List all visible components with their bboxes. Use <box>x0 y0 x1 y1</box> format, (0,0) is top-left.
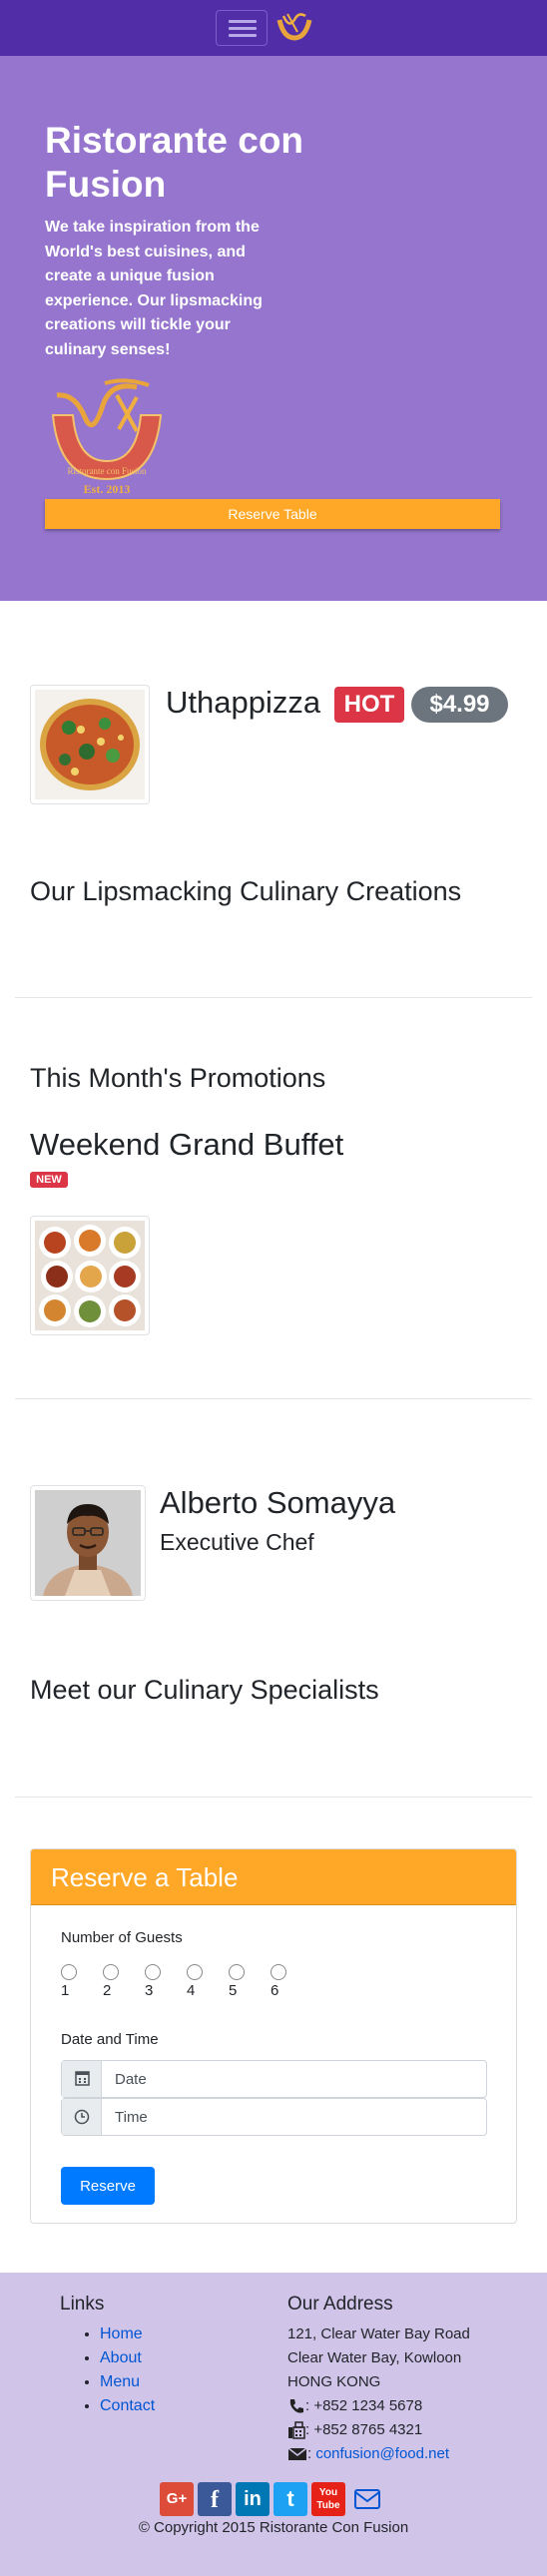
hamburger-icon <box>229 34 257 37</box>
phone-number: : +852 1234 5678 <box>305 2397 423 2414</box>
reserve-table-button[interactable]: Reserve Table <box>45 499 500 529</box>
dish-image <box>30 685 150 804</box>
specialists-heading: Meet our Culinary Specialists <box>30 1675 379 1705</box>
reserve-card-header: Reserve a Table <box>31 1849 516 1905</box>
pizza-icon <box>35 690 145 799</box>
promotion-name: Weekend Grand Buffet <box>30 1127 344 1162</box>
guests-radio-3[interactable] <box>145 1964 161 1980</box>
guests-radio-label: 6 <box>271 1982 279 1999</box>
price-badge: $4.99 <box>411 687 508 723</box>
links-heading: Links <box>60 2294 105 2315</box>
guests-radio-label: 2 <box>103 1982 112 1999</box>
mail-icon[interactable] <box>353 2487 381 2511</box>
footer-link-menu[interactable]: Menu <box>100 2373 140 2390</box>
guests-radio-4[interactable] <box>187 1964 203 1980</box>
new-badge: NEW <box>30 1172 68 1188</box>
footer-link-contact[interactable]: Contact <box>100 2397 155 2414</box>
buffet-icon <box>35 1221 145 1330</box>
chef-photo-icon <box>35 1490 141 1596</box>
guests-radio-6[interactable] <box>271 1964 286 1980</box>
footer-link-item: Home <box>100 2322 155 2346</box>
date-input-group <box>61 2060 487 2098</box>
hamburger-icon <box>229 20 257 23</box>
facebook-icon[interactable]: f <box>198 2482 232 2516</box>
guests-radio-label: 5 <box>229 1982 238 1999</box>
calendar-icon <box>62 2061 102 2097</box>
address-heading: Our Address <box>287 2294 393 2315</box>
footer-links: Home About Menu Contact <box>100 2322 155 2418</box>
restaurant-logo-icon: Ristorante con Fusion Est. 2013 <box>51 378 163 496</box>
copyright: © Copyright 2015 Ristorante Con Fusion <box>138 2519 409 2536</box>
navbar-toggler-button[interactable] <box>216 10 268 46</box>
google-plus-icon[interactable]: G+ <box>160 2482 194 2516</box>
time-input[interactable] <box>103 2099 486 2135</box>
fax-icon <box>288 2421 305 2439</box>
hamburger-icon <box>229 27 257 30</box>
leader-image <box>30 1485 146 1601</box>
dish-name: Uthappizza <box>166 685 321 720</box>
time-input-group <box>61 2098 487 2136</box>
guests-radio-label: 4 <box>187 1982 196 1999</box>
promotions-heading: This Month's Promotions <box>30 1063 326 1093</box>
phone-icon <box>289 2399 303 2413</box>
footer-link-about[interactable]: About <box>100 2349 142 2366</box>
restaurant-description: We take inspiration from the World's bes… <box>45 219 263 358</box>
creations-heading: Our Lipsmacking Culinary Creations <box>30 876 462 906</box>
address-line: HONG KONG <box>287 2373 381 2390</box>
guests-radio-label: 3 <box>145 1982 154 1999</box>
youtube-icon[interactable]: You Tube <box>311 2482 345 2516</box>
logo-text: Ristorante con Fusion <box>68 466 147 476</box>
guests-label: Number of Guests <box>61 1929 183 1946</box>
logo-year: Est. 2013 <box>84 482 131 496</box>
leader-name: Alberto Somayya <box>160 1485 396 1520</box>
divider <box>15 1398 532 1399</box>
promotion-image <box>30 1216 150 1335</box>
guests-radio-5[interactable] <box>229 1964 245 1980</box>
navbar <box>0 0 547 56</box>
phone-line: : +852 1234 5678 <box>287 2394 422 2418</box>
jumbotron: Ristorante con Fusion We take inspiratio… <box>0 56 547 601</box>
fax-line: : +852 8765 4321 <box>287 2418 422 2442</box>
envelope-icon <box>287 2447 307 2461</box>
footer-link-home[interactable]: Home <box>100 2325 143 2342</box>
email-link[interactable]: confusion@food.net <box>315 2445 449 2462</box>
address-line: 121, Clear Water Bay Road <box>287 2325 470 2342</box>
footer-link-item: About <box>100 2346 155 2370</box>
linkedin-icon[interactable]: in <box>236 2482 270 2516</box>
guests-radio-1[interactable] <box>61 1964 77 1980</box>
email-line: : confusion@food.net <box>287 2442 449 2466</box>
footer-link-item: Menu <box>100 2370 155 2394</box>
guests-radio-label: 1 <box>61 1982 70 1999</box>
clock-icon <box>62 2099 102 2135</box>
restaurant-title: Ristorante con Fusion <box>45 120 304 205</box>
logo-icon[interactable] <box>275 10 313 44</box>
reserve-table-card: Reserve a Table Number of Guests 1 2 3 4… <box>30 1848 517 2224</box>
reserve-submit-button[interactable]: Reserve <box>61 2167 155 2205</box>
divider <box>15 997 532 998</box>
fax-number: : +852 8765 4321 <box>305 2421 423 2438</box>
date-input[interactable] <box>103 2061 486 2097</box>
hot-badge: HOT <box>334 687 404 723</box>
divider <box>15 1797 532 1798</box>
datetime-label: Date and Time <box>61 2031 159 2048</box>
footer-link-item: Contact <box>100 2394 155 2418</box>
twitter-icon[interactable]: t <box>274 2482 307 2516</box>
leader-title: Executive Chef <box>160 1529 314 1555</box>
address-line: Clear Water Bay, Kowloon <box>287 2349 462 2366</box>
guests-radio-2[interactable] <box>103 1964 119 1980</box>
